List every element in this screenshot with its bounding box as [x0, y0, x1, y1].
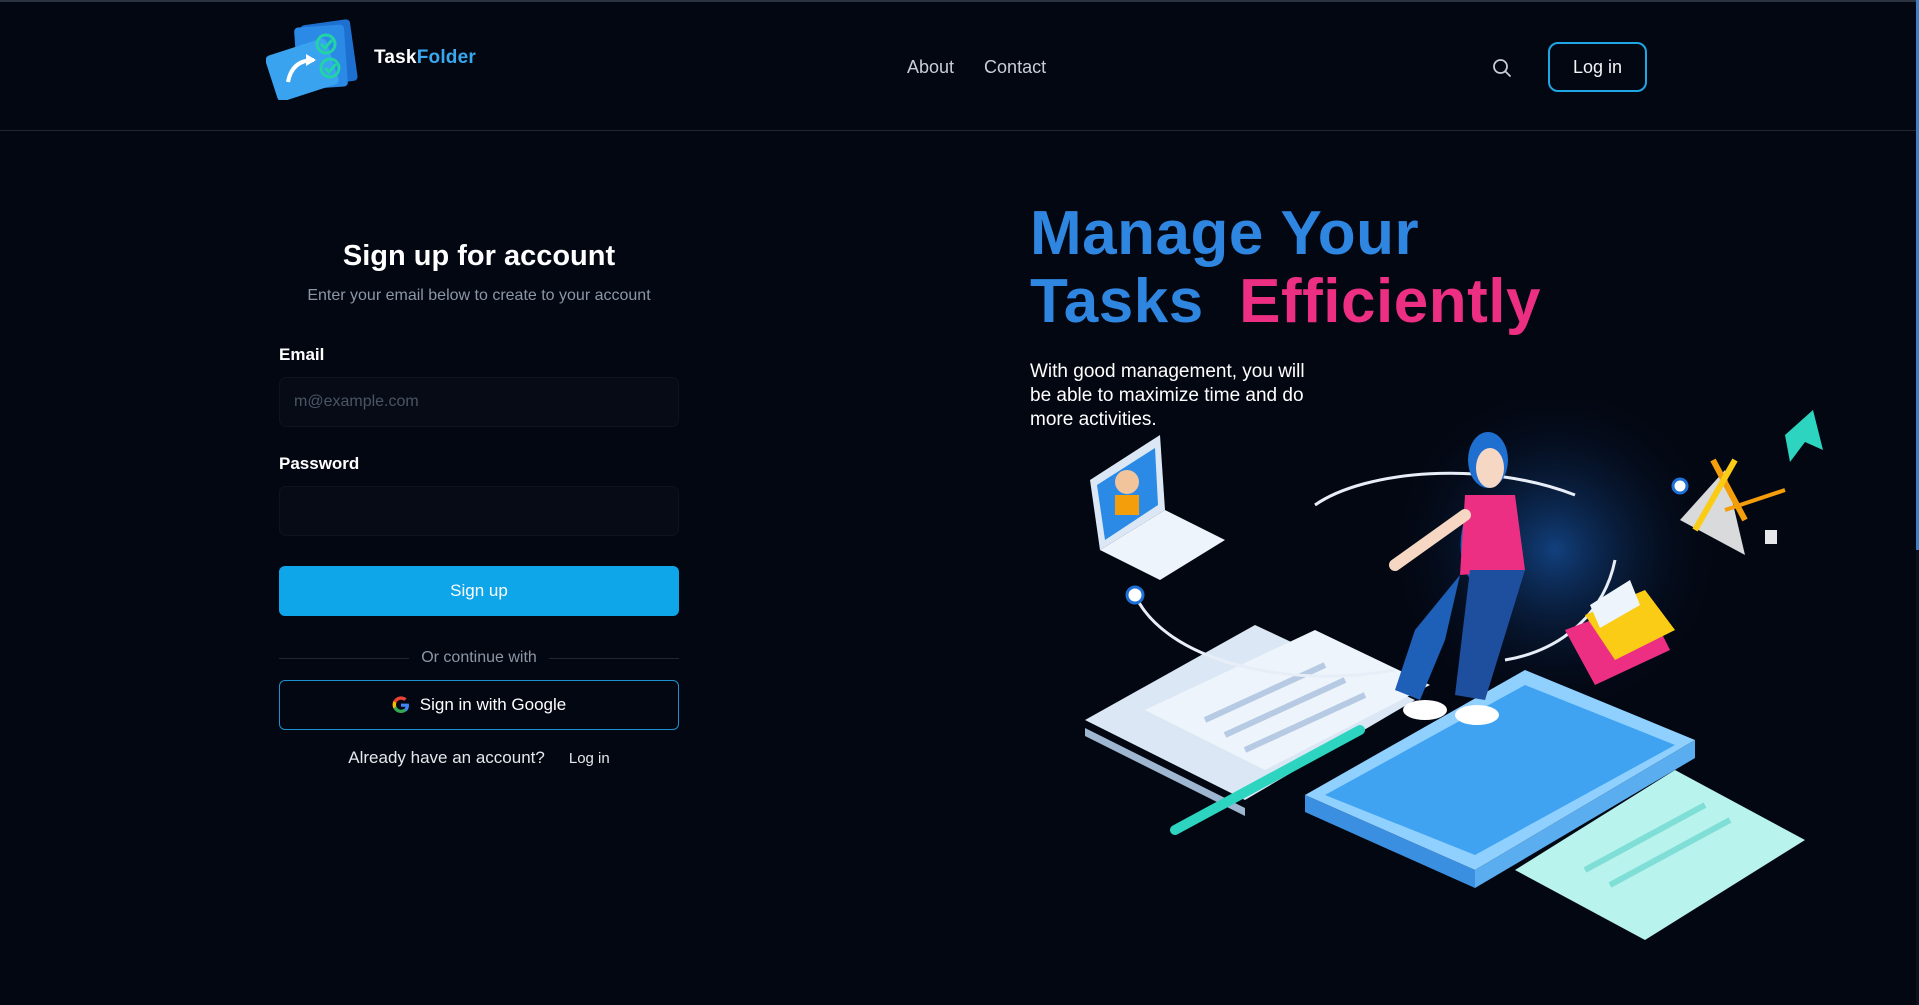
- divider-text: Or continue with: [421, 649, 537, 666]
- hero: Manage Your Tasks Efficiently With good …: [1030, 200, 1541, 432]
- headline-manage: Manage: [1030, 199, 1264, 268]
- signup-button[interactable]: Sign up: [279, 566, 679, 616]
- form-subtitle: Enter your email below to create to your…: [307, 287, 651, 304]
- headline-tasks: Tasks: [1030, 267, 1204, 336]
- nav-about-link[interactable]: About: [907, 57, 954, 78]
- main-nav: About Contact: [907, 57, 1046, 78]
- google-button-label: Sign in with Google: [419, 695, 567, 714]
- hero-headline: Manage Your Tasks Efficiently: [1030, 200, 1541, 336]
- logo[interactable]: TaskFolder: [266, 16, 476, 100]
- logo-text: TaskFolder: [374, 47, 476, 69]
- logo-text-task: Task: [374, 47, 417, 68]
- page: TaskFolder About Contact Log in Sign up …: [0, 0, 1919, 1005]
- headline-efficiently: Efficiently: [1239, 267, 1541, 336]
- divider-line-left: [279, 657, 410, 659]
- logo-folder-icon: [266, 19, 358, 100]
- signup-form: Sign up for account Enter your email bel…: [279, 240, 680, 768]
- nav-contact-link[interactable]: Contact: [984, 57, 1046, 78]
- email-field[interactable]: [279, 377, 679, 427]
- password-label: Password: [279, 454, 360, 473]
- login-prompt: Already have an account? Log in: [279, 748, 679, 768]
- google-icon: [392, 696, 409, 713]
- login-link[interactable]: Log in: [569, 750, 610, 767]
- google-signin-button[interactable]: Sign in with Google: [279, 680, 679, 730]
- email-label: Email: [279, 345, 325, 364]
- login-prompt-text: Already have an account?: [348, 748, 545, 767]
- search-icon[interactable]: [1490, 56, 1514, 80]
- logo-text-folder: Folder: [416, 47, 476, 68]
- password-field[interactable]: [279, 486, 679, 536]
- or-divider: Or continue with: [279, 649, 680, 667]
- divider-line-right: [548, 657, 680, 659]
- headline-your: Your: [1280, 199, 1420, 268]
- site-header: TaskFolder About Contact Log in: [0, 2, 1916, 131]
- header-login-button[interactable]: Log in: [1548, 42, 1647, 92]
- form-title: Sign up for account: [342, 240, 616, 272]
- task-management-illustration: [1085, 400, 1823, 940]
